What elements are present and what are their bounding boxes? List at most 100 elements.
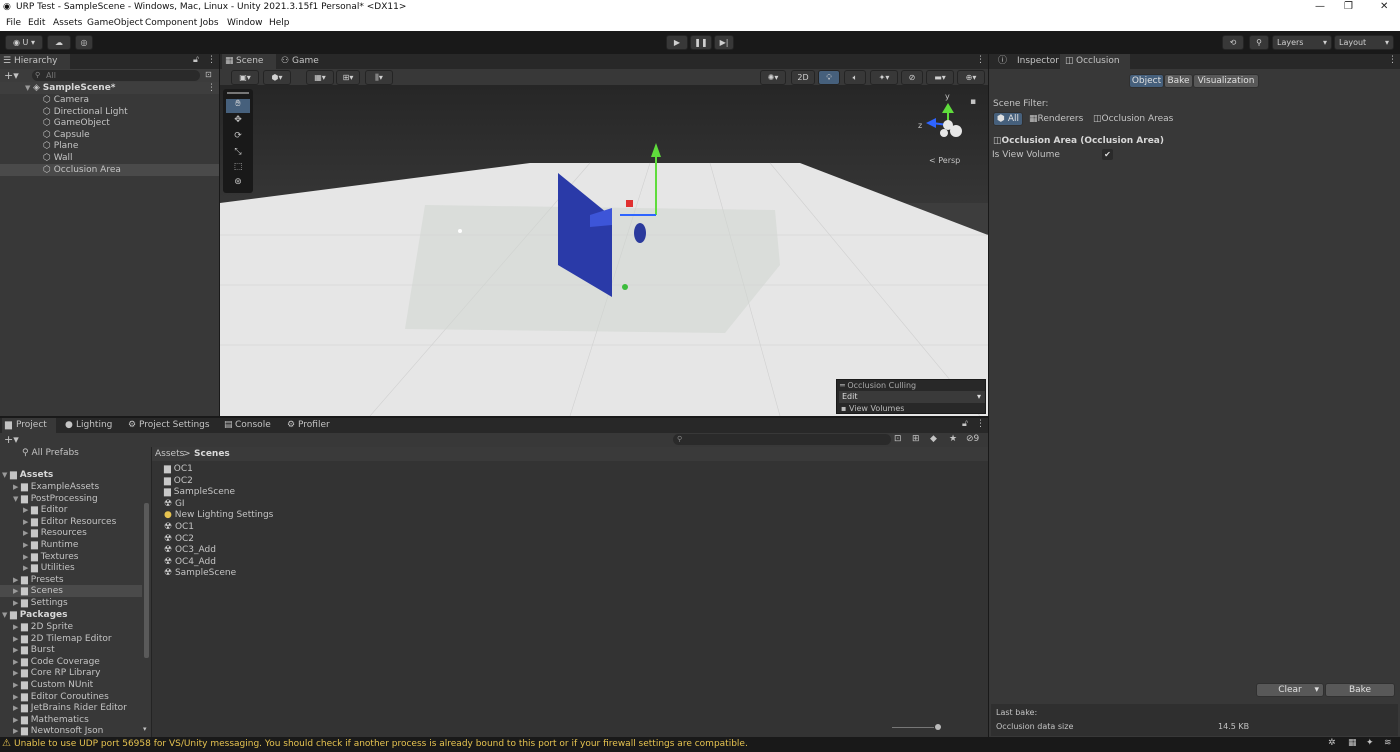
lock-icon[interactable]: 🔓︎ [962,419,968,429]
fold-closed-icon[interactable]: ▶ [13,725,21,737]
restore-icon[interactable]: ❐ [1344,1,1353,12]
fold-closed-icon[interactable]: ▶ [13,633,21,645]
tree-item[interactable]: ▶ ▆ Utilities [0,562,142,574]
fold-closed-icon[interactable]: ▶ [13,714,21,726]
grid-snap-dropdown[interactable]: ▦▾ [306,70,334,85]
more-icon[interactable]: ⋮ [207,82,216,94]
tab-profiler[interactable]: ⚙ Profiler [284,418,340,433]
menu-window[interactable]: Window [227,18,263,28]
hidden-objects-toggle[interactable]: ⊘ [901,70,923,85]
audio-toggle[interactable]: 🔈︎ [844,70,866,85]
file-item[interactable]: ● New Lighting Settings [164,509,273,521]
star-icon[interactable]: ★ [949,434,957,444]
project-search-input[interactable]: ⚲ [673,434,891,445]
mode-object-button[interactable]: Object [1129,74,1164,88]
fold-closed-icon[interactable]: ▶ [23,516,31,528]
tab-lighting[interactable]: ● Lighting [62,418,122,433]
file-item[interactable]: ☢ GI [164,498,185,510]
collab-button[interactable]: ◎ [75,35,93,50]
tab-scene[interactable]: ▦ Scene [222,54,276,69]
fold-closed-icon[interactable]: ▶ [13,597,21,609]
view-volumes-toggle[interactable]: ▪ View Volumes [841,404,904,413]
lighting-status-icon[interactable]: ✦ [1366,738,1374,748]
menu-edit[interactable]: Edit [28,18,45,28]
scroll-down-icon[interactable]: ▾ [143,725,147,733]
file-item[interactable]: ☢ OC2 [164,533,194,545]
package-item[interactable]: ▶ ▆ Core RP Library [0,667,142,679]
persp-label[interactable]: < Persp [929,156,960,165]
tree-item[interactable]: ▶ ▆ Runtime [0,539,142,551]
lock-icon[interactable]: 🔓︎ [193,55,199,65]
filter-occlusion-areas-button[interactable]: ◫Occlusion Areas [1093,113,1173,125]
snap-increment-dropdown[interactable]: ⊞▾ [336,70,360,85]
scene-lighting-toggle[interactable]: 💡︎ [818,70,840,85]
tree-item[interactable]: ▶ ▆ Resources [0,527,142,539]
overlay-mode-dropdown[interactable]: Edit ▾ [839,391,985,403]
zoom-slider-track[interactable] [892,727,934,728]
file-item[interactable]: ▆ SampleScene [164,486,235,498]
hierarchy-search-input[interactable]: ⚲ All [32,70,200,81]
hierarchy-item[interactable]: ⬡ Capsule [0,129,219,141]
fold-closed-icon[interactable]: ▶ [13,691,21,703]
fold-closed-icon[interactable]: ▶ [23,504,31,516]
tab-game[interactable]: ⚇ Game [278,54,326,69]
more-icon[interactable]: ⋮ [976,55,985,65]
fold-closed-icon[interactable]: ▶ [23,539,31,551]
file-item[interactable]: ▆ OC1 [164,463,193,475]
tree-item[interactable]: ▶ ▆ Textures [0,551,142,563]
scene-filter-icon[interactable]: ⊡ [205,70,212,79]
tab-hierarchy[interactable]: ☰ Hierarchy [0,54,70,69]
tree-item[interactable]: ▶ ▆ Settings [0,597,142,609]
menu-gameobject[interactable]: GameObject [87,18,143,28]
fold-closed-icon[interactable]: ▶ [23,562,31,574]
tab-inspector[interactable]: ⓘ Inspector [991,54,1059,69]
filter-all-button[interactable]: ⬢ All [993,112,1023,126]
history-button[interactable]: ⟲ [1222,35,1244,50]
tree-item[interactable]: ▶ ▆ Editor Resources [0,516,142,528]
transform-tool-button[interactable]: ⊛ [226,177,250,191]
move-x-handle[interactable] [626,200,633,207]
package-item[interactable]: ▶ ▆ Mathematics [0,714,142,726]
package-item[interactable]: ▶ ▆ 2D Sprite [0,621,142,633]
menu-component[interactable]: Component [145,18,197,28]
tree-item[interactable]: ▶ ▆ Scenes [0,585,142,598]
fold-closed-icon[interactable]: ▶ [13,679,21,691]
play-button[interactable]: ▶ [666,35,688,50]
favorites-all-prefabs[interactable]: ⚲ All Prefabs [22,447,79,459]
search-by-type-icon[interactable]: ⊡ [894,434,902,444]
tree-item[interactable]: ▶ ▆ Editor [0,504,142,516]
mode-bake-button[interactable]: Bake [1164,74,1193,88]
fold-closed-icon[interactable]: ▶ [13,574,21,586]
tree-item[interactable]: ▶ ▆ ExampleAssets [0,481,142,493]
fold-closed-icon[interactable]: ▶ [13,702,21,714]
camera-dropdown[interactable]: ▬▾ [926,70,954,85]
more-icon[interactable]: ⋮ [976,419,985,429]
package-item[interactable]: ▶ ▆ 2D Tilemap Editor [0,633,142,645]
minimize-icon[interactable]: — [1315,1,1325,12]
rotate-tool-button[interactable]: ⟳ [226,131,250,145]
more-icon[interactable]: ⋮ [207,55,216,65]
fold-closed-icon[interactable]: ▶ [13,667,21,679]
scale-tool-button[interactable]: ⤡ [226,147,250,161]
fold-closed-icon[interactable]: ▶ [13,481,21,493]
gizmo-lock-icon[interactable]: ▪ [970,97,976,107]
file-item[interactable]: ☢ SampleScene [164,567,236,579]
scene-viewport[interactable]: y z ▪ < Persp [220,85,988,416]
add-icon[interactable]: +▾ [4,69,19,82]
is-view-volume-checkbox[interactable]: ✔ [1102,149,1113,160]
breadcrumb-scenes[interactable]: Scenes [194,448,230,460]
tab-console[interactable]: ▤ Console [221,418,279,433]
menu-file[interactable]: File [6,18,21,28]
hierarchy-item[interactable]: ⬡ Wall [0,152,219,164]
zoom-slider-thumb[interactable] [935,724,941,730]
fold-closed-icon[interactable]: ▶ [13,656,21,668]
toggle-2d-button[interactable]: 2D [791,70,815,85]
drag-handle-icon[interactable] [227,92,249,94]
layout-dropdown[interactable]: Layout ▾ [1334,35,1394,50]
file-item[interactable]: ☢ OC1 [164,521,194,533]
step-button[interactable]: ▶| [714,35,734,50]
label-icon[interactable]: ◆ [930,434,937,444]
package-item[interactable]: ▶ ▆ Editor Coroutines [0,691,142,703]
fold-open-icon[interactable]: ▼ [13,493,21,505]
bug-icon[interactable]: ✲ [1328,738,1336,748]
